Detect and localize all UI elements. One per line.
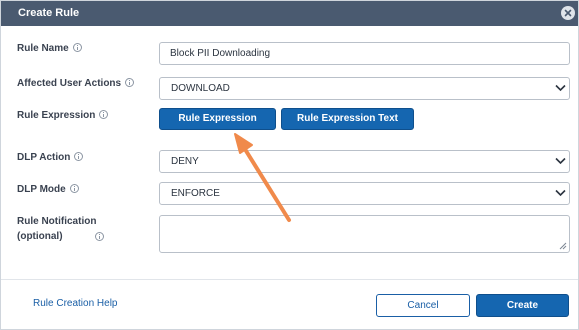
dlp-mode-select[interactable]: ENFORCE [159,182,570,205]
info-icon[interactable] [95,232,104,241]
rule-notification-textarea[interactable] [159,215,570,253]
affected-user-actions-value: DOWNLOAD [171,83,230,94]
resize-grip-icon[interactable] [559,242,567,250]
affected-user-actions-select[interactable]: DOWNLOAD [159,77,570,100]
info-icon[interactable] [69,184,79,193]
dialog-title: Create Rule [18,7,80,19]
rule-expression-builder-button[interactable]: Rule Expression Builder [159,108,276,144]
rule-name-input[interactable]: Block PII Downloading [159,42,570,65]
footer-divider [1,279,578,280]
chevron-down-icon [555,84,566,92]
info-icon[interactable] [125,78,135,87]
dlp-action-value: DENY [171,156,199,167]
info-icon[interactable] [99,110,109,119]
close-icon[interactable] [561,6,575,20]
chevron-down-icon [555,157,566,165]
create-button[interactable]: Create [476,294,569,317]
create-rule-dialog: Create Rule Rule Name Block PII Download… [0,0,579,330]
info-icon[interactable] [72,43,82,52]
rule-name-label: Rule Name [17,41,82,56]
dlp-mode-value: ENFORCE [171,188,220,199]
affected-user-actions-label: Affected User Actions [17,76,135,91]
chevron-down-icon [555,189,566,197]
dialog-header: Create Rule [1,1,578,26]
dlp-mode-label: DLP Mode [17,182,79,197]
rule-name-value: Block PII Downloading [170,48,271,59]
info-icon[interactable] [74,152,84,161]
rule-expression-text-editor-button[interactable]: Rule Expression Text Editor [281,108,414,144]
dlp-action-label: DLP Action [17,150,84,165]
rule-creation-help-link[interactable]: Rule Creation Help [33,298,118,309]
rule-notification-label: Rule Notification (optional) [17,216,97,242]
rule-expression-label: Rule Expression [17,108,109,123]
cancel-button[interactable]: Cancel [376,294,470,317]
dlp-action-select[interactable]: DENY [159,150,570,173]
